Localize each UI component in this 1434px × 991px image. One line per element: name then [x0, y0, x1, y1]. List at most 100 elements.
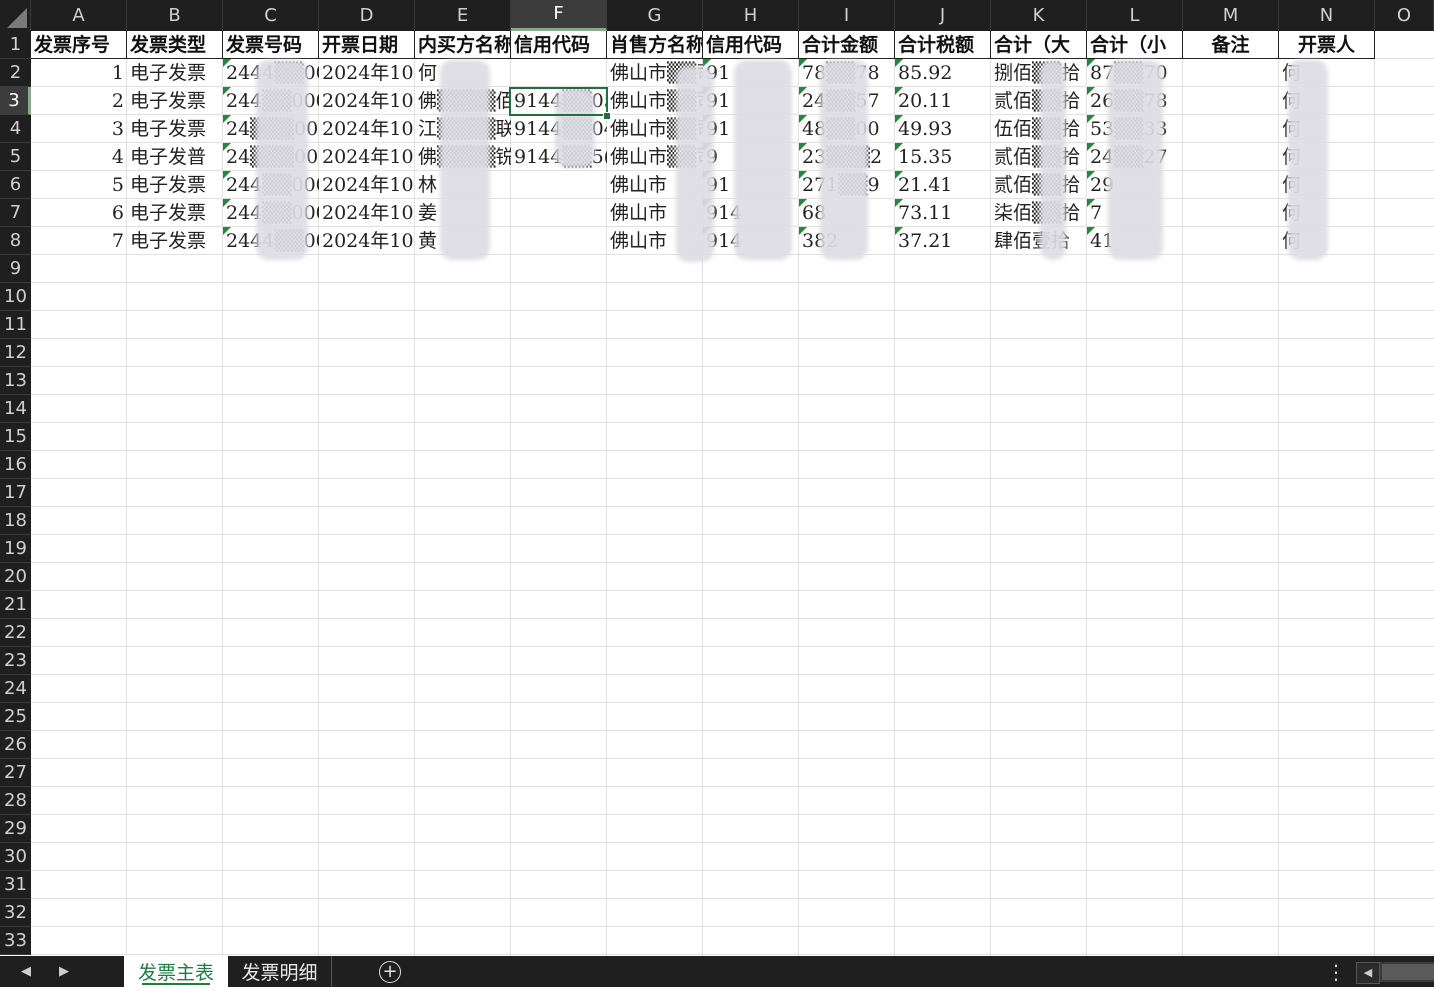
column-header-n[interactable]: N — [1279, 0, 1375, 31]
row-header-28[interactable]: 28 — [0, 787, 31, 815]
header-cell[interactable]: 合计金额 — [799, 31, 895, 59]
invoice-number-cell[interactable]: 1 — [31, 59, 127, 87]
header-cell[interactable]: 信用代码 — [511, 31, 607, 59]
row-header-29[interactable]: 29 — [0, 815, 31, 843]
row-header-16[interactable]: 16 — [0, 451, 31, 479]
column-header-c[interactable]: C — [223, 0, 319, 31]
row-header-18[interactable]: 18 — [0, 507, 31, 535]
data-cell[interactable]: 85.92 — [895, 59, 991, 87]
column-header-g[interactable]: G — [607, 0, 703, 31]
data-cell[interactable]: 73.11 — [895, 199, 991, 227]
row-header-30[interactable]: 30 — [0, 843, 31, 871]
data-cell[interactable]: 电子发普 — [127, 143, 223, 171]
column-header-k[interactable]: K — [991, 0, 1087, 31]
row-header-7[interactable]: 7 — [0, 199, 31, 227]
header-cell[interactable]: 开票人 — [1279, 31, 1375, 59]
header-cell[interactable]: 发票序号 — [31, 31, 127, 59]
data-cell[interactable]: 37.21 — [895, 227, 991, 255]
column-header-b[interactable]: B — [127, 0, 223, 31]
data-cell[interactable]: 贰佰▒▒拾 — [991, 171, 1087, 199]
header-cell[interactable]: 信用代码 — [703, 31, 799, 59]
data-cell[interactable]: 20.11 — [895, 87, 991, 115]
data-cell[interactable]: 2024年10 — [319, 59, 415, 87]
caret-left-icon[interactable]: ◀ — [16, 962, 36, 982]
row-header-13[interactable]: 13 — [0, 367, 31, 395]
row-header-21[interactable]: 21 — [0, 591, 31, 619]
row-header-5[interactable]: 5 — [0, 143, 31, 171]
header-cell[interactable]: 合计（小 — [1087, 31, 1183, 59]
row-header-17[interactable]: 17 — [0, 479, 31, 507]
row-header-25[interactable]: 25 — [0, 703, 31, 731]
sheet-tab-active[interactable]: 发票主表 — [124, 956, 228, 987]
header-cell[interactable]: 备注 — [1183, 31, 1279, 59]
data-cell[interactable]: 2024年10 — [319, 87, 415, 115]
data-cell[interactable]: 49.93 — [895, 115, 991, 143]
row-header-3[interactable]: 3 — [0, 87, 31, 115]
row-header-14[interactable]: 14 — [0, 395, 31, 423]
data-cell[interactable]: 电子发票 — [127, 227, 223, 255]
data-cell[interactable]: 柒佰▒▒拾 — [991, 199, 1087, 227]
invoice-number-cell[interactable]: 4 — [31, 143, 127, 171]
row-header-20[interactable]: 20 — [0, 563, 31, 591]
data-cell[interactable]: 电子发票 — [127, 171, 223, 199]
invoice-number-cell[interactable]: 3 — [31, 115, 127, 143]
spreadsheet-grid[interactable]: ABCDEFGHIJKLMNO 1 2 3 4 5 6 7 8 9 10 11 12 13 14 15 16 1… — [0, 0, 1434, 956]
data-cell[interactable]: 2024年10 — [319, 227, 415, 255]
column-header-h[interactable]: H — [703, 0, 799, 31]
column-header-j[interactable]: J — [895, 0, 991, 31]
row-header-22[interactable]: 22 — [0, 619, 31, 647]
row-header-24[interactable]: 24 — [0, 675, 31, 703]
data-cell[interactable]: 电子发票 — [127, 59, 223, 87]
row-header-1[interactable]: 1 — [0, 31, 31, 59]
header-cell[interactable]: 发票类型 — [127, 31, 223, 59]
data-cell[interactable]: 贰佰▒▒拾 — [991, 87, 1087, 115]
column-header-o[interactable]: O — [1375, 0, 1434, 31]
row-header-32[interactable]: 32 — [0, 899, 31, 927]
row-header-27[interactable]: 27 — [0, 759, 31, 787]
data-cell[interactable]: 21.41 — [895, 171, 991, 199]
row-header-4[interactable]: 4 — [0, 115, 31, 143]
row-header-10[interactable]: 10 — [0, 283, 31, 311]
column-header-l[interactable]: L — [1087, 0, 1183, 31]
data-cell[interactable]: 捌佰▒▒拾 — [991, 59, 1087, 87]
column-header-d[interactable]: D — [319, 0, 415, 31]
fill-handle[interactable] — [603, 112, 611, 120]
scroll-left-icon[interactable]: ◀ — [1356, 962, 1380, 984]
header-cell[interactable]: 发票号码 — [223, 31, 319, 59]
row-header-9[interactable]: 9 — [0, 255, 31, 283]
data-cell[interactable]: 伍佰▒▒拾 — [991, 115, 1087, 143]
data-cell[interactable]: 电子发票 — [127, 115, 223, 143]
sheet-tab[interactable]: 发票明细 — [228, 956, 332, 987]
horizontal-scrollbar-thumb[interactable] — [1382, 964, 1434, 980]
row-header-31[interactable]: 31 — [0, 871, 31, 899]
data-cell[interactable]: 2024年10 — [319, 171, 415, 199]
data-cell[interactable]: 肆佰壹拾 — [991, 227, 1087, 255]
data-cell[interactable]: 2024年10 — [319, 199, 415, 227]
row-header-19[interactable]: 19 — [0, 535, 31, 563]
column-header-a[interactable]: A — [31, 0, 127, 31]
header-cell[interactable]: 开票日期 — [319, 31, 415, 59]
row-header-8[interactable]: 8 — [0, 227, 31, 255]
column-header-m[interactable]: M — [1183, 0, 1279, 31]
column-header-f[interactable]: F — [511, 0, 607, 31]
header-cell[interactable]: 合计（大 — [991, 31, 1087, 59]
data-cell[interactable]: 电子发票 — [127, 199, 223, 227]
invoice-number-cell[interactable]: 6 — [31, 199, 127, 227]
header-cell[interactable]: 内买方名称 — [415, 31, 511, 59]
vertical-ellipsis-icon[interactable]: ⋮ — [1326, 960, 1346, 984]
plus-circle-icon[interactable]: + — [379, 961, 401, 983]
invoice-number-cell[interactable]: 7 — [31, 227, 127, 255]
header-cell[interactable]: 合计税额 — [895, 31, 991, 59]
column-header-i[interactable]: I — [799, 0, 895, 31]
header-cell[interactable]: 肖售方名称 — [607, 31, 703, 59]
caret-right-icon[interactable]: ▶ — [54, 962, 74, 982]
row-header-6[interactable]: 6 — [0, 171, 31, 199]
data-cell[interactable]: 2024年10 — [319, 143, 415, 171]
data-cell[interactable]: 2024年10 — [319, 115, 415, 143]
invoice-number-cell[interactable]: 5 — [31, 171, 127, 199]
row-header-33[interactable]: 33 — [0, 927, 31, 955]
row-header-12[interactable]: 12 — [0, 339, 31, 367]
data-cell[interactable]: 15.35 — [895, 143, 991, 171]
select-all-corner[interactable] — [0, 0, 31, 31]
data-cell[interactable]: 电子发票 — [127, 87, 223, 115]
